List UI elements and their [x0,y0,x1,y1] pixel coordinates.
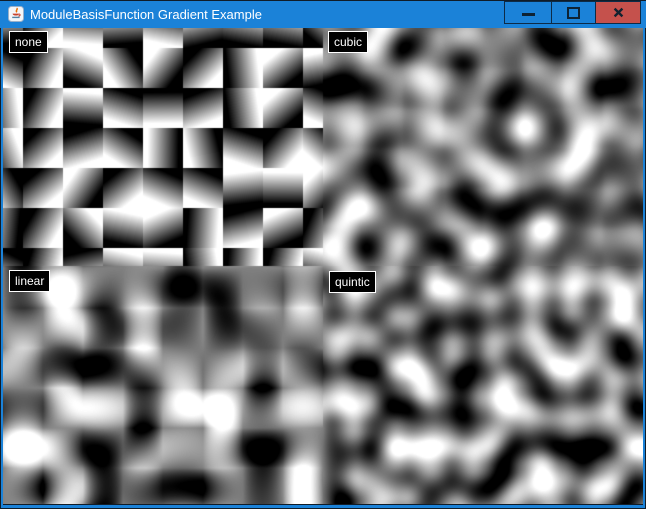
panel-label-none: none [9,31,48,53]
panel-label-linear: linear [9,270,50,292]
render-area: none cubic linear quintic [3,28,643,504]
maximize-button[interactable] [551,1,596,24]
java-coffee-cup-icon [8,6,24,22]
window-title: ModuleBasisFunction Gradient Example [30,0,262,28]
titlebar[interactable]: ModuleBasisFunction Gradient Example [0,0,646,28]
noise-canvas [3,28,643,504]
app-window: ModuleBasisFunction Gradient Example non… [0,0,646,509]
panel-label-quintic: quintic [329,271,376,293]
maximize-icon [567,7,580,19]
minimize-button[interactable] [504,1,552,24]
window-controls [504,1,641,24]
panel-label-cubic: cubic [328,31,368,53]
close-icon [613,7,624,18]
close-button[interactable] [595,1,641,24]
minimize-icon [522,13,535,16]
